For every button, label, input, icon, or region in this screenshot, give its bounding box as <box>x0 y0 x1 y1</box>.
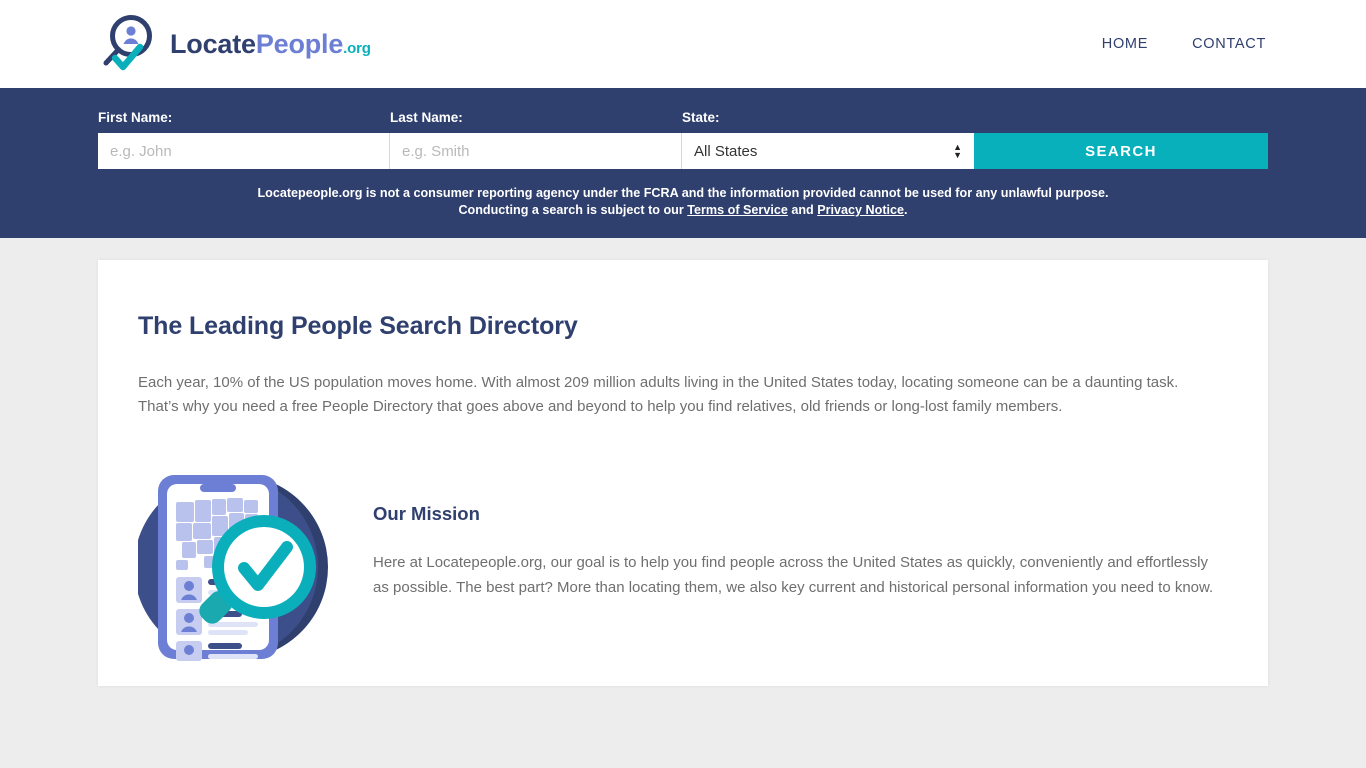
phone-map-magnifier-illustration <box>138 475 328 662</box>
brand-text-locate: Locate <box>170 28 256 59</box>
search-band: First Name: Last Name: State: All States… <box>0 88 1366 238</box>
site-header: LocatePeople.org HOME CONTACT <box>0 0 1366 88</box>
label-last-name: Last Name: <box>390 110 463 125</box>
people-search-form: All States ▲▼ SEARCH <box>98 133 1268 169</box>
terms-of-service-link[interactable]: Terms of Service <box>687 203 788 217</box>
brand-text-tld: .org <box>343 39 371 57</box>
label-first-name: First Name: <box>98 110 173 125</box>
search-disclaimer: Locatepeople.org is not a consumer repor… <box>98 185 1268 220</box>
search-button[interactable]: SEARCH <box>974 133 1268 169</box>
mission-text-block: Our Mission Here at Locatepeople.org, ou… <box>373 467 1223 600</box>
disclaimer-line-2: Conducting a search is subject to our Te… <box>98 202 1268 219</box>
nav-link-home[interactable]: HOME <box>1102 36 1148 52</box>
state-select[interactable]: All States <box>682 133 974 169</box>
label-state: State: <box>682 110 720 125</box>
main-navigation: HOME CONTACT <box>1102 36 1266 52</box>
search-field-labels: First Name: Last Name: State: <box>98 110 1268 125</box>
content-card: The Leading People Search Directory Each… <box>98 259 1268 686</box>
disclaimer-conjunction: and <box>787 203 818 218</box>
page-title: The Leading People Search Directory <box>138 311 578 340</box>
disclaimer-period: . <box>904 203 908 218</box>
mission-paragraph: Here at Locatepeople.org, our goal is to… <box>373 554 1214 596</box>
nav-link-contact[interactable]: CONTACT <box>1192 36 1266 52</box>
disclaimer-prefix: Conducting a search is subject to our <box>458 203 688 218</box>
state-select-wrapper: All States ▲ ▼ <box>682 133 974 169</box>
last-name-input[interactable] <box>390 133 682 169</box>
page-content-wrapper: The Leading People Search Directory Each… <box>0 237 1366 686</box>
privacy-notice-link[interactable]: Privacy Notice <box>817 203 904 217</box>
brand-logo-link[interactable]: LocatePeople.org <box>98 13 371 75</box>
brand-text-people: People <box>255 28 344 59</box>
mission-section: Our Mission Here at Locatepeople.org, ou… <box>138 467 1228 667</box>
intro-paragraph: Each year, 10% of the US population move… <box>138 373 1179 416</box>
first-name-input[interactable] <box>98 133 390 169</box>
disclaimer-line-1: Locatepeople.org is not a consumer repor… <box>257 186 1109 200</box>
magnifier-person-check-icon <box>103 15 152 71</box>
brand-wordmark: LocatePeople.org <box>170 28 371 59</box>
mission-title: Our Mission <box>373 503 480 525</box>
